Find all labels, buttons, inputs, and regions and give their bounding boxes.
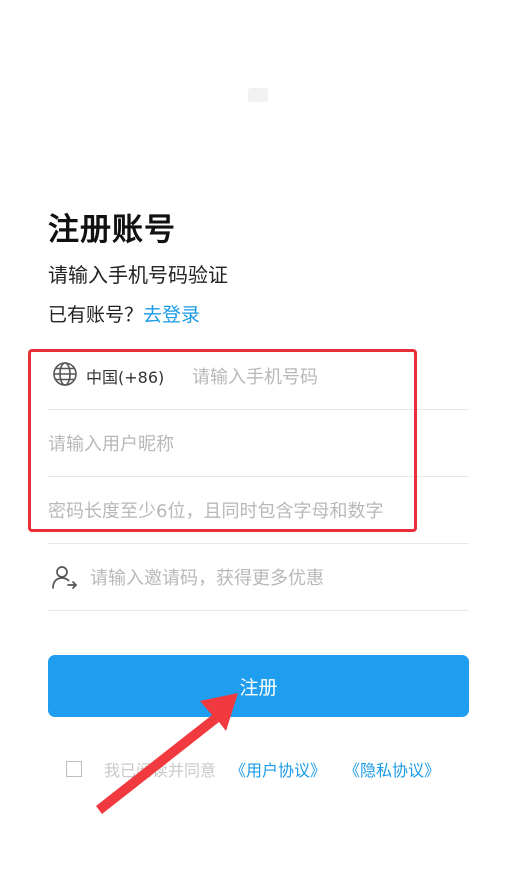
login-link[interactable]: 去登录 [143, 304, 200, 326]
globe-icon [52, 361, 78, 391]
invite-code-input[interactable]: 请输入邀请码，获得更多优惠 [90, 564, 324, 590]
country-code-label: 中国(+86) [86, 368, 165, 387]
page-title: 注册账号 [48, 212, 176, 248]
login-prompt: 已有账号？去登录 [48, 300, 200, 327]
agreement-row: 我已阅读并同意 《用户协议》 《隐私协议》 [66, 758, 458, 780]
register-button[interactable]: 注册 [48, 655, 469, 717]
agreement-checkbox[interactable] [66, 761, 82, 777]
password-row: 密码长度至少6位，且同时包含字母和数字 [48, 477, 469, 544]
page-subtitle: 请输入手机号码验证 [48, 263, 228, 287]
has-account-text: 已有账号？ [48, 304, 144, 326]
country-code-selector[interactable]: 中国(+86) [48, 361, 188, 391]
privacy-agreement-link[interactable]: 《隐私协议》 [344, 757, 440, 781]
top-logo-placeholder [248, 88, 268, 102]
phone-row: 中国(+86) 请输入手机号码 [48, 343, 469, 410]
user-agreement-link[interactable]: 《用户协议》 [230, 757, 326, 781]
nickname-input[interactable]: 请输入用户昵称 [48, 430, 174, 456]
phone-input[interactable]: 请输入手机号码 [192, 363, 318, 389]
user-add-icon [50, 563, 78, 591]
nickname-row: 请输入用户昵称 [48, 410, 469, 477]
invite-row: 请输入邀请码，获得更多优惠 [48, 544, 469, 611]
password-input[interactable]: 密码长度至少6位，且同时包含字母和数字 [48, 497, 383, 523]
agreement-text: 我已阅读并同意 [104, 761, 217, 780]
